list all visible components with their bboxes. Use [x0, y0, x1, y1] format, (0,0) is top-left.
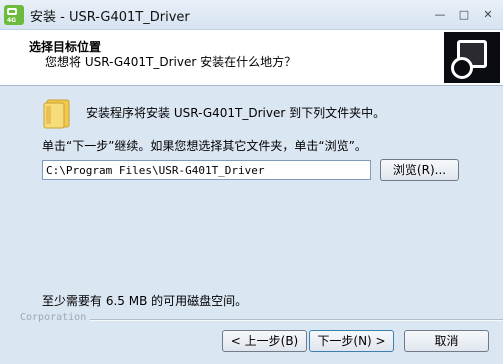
- header-subtitle: 您想将 USR-G401T_Driver 安装在什么地方？: [45, 55, 297, 69]
- window-title: 安装 - USR-G401T_Driver: [30, 10, 190, 25]
- app-icon: 4G: [4, 5, 24, 25]
- wizard-header: 选择目标位置 您想将 USR-G401T_Driver 安装在什么地方？: [0, 30, 503, 86]
- installer-box-icon: [444, 32, 500, 83]
- back-button[interactable]: < 上一步(B): [222, 330, 307, 352]
- minimize-button[interactable]: —: [432, 8, 448, 22]
- maximize-button[interactable]: □: [456, 8, 472, 22]
- browse-button[interactable]: 浏览(R)...: [380, 159, 459, 181]
- next-button[interactable]: 下一步(N) >: [309, 330, 394, 352]
- cancel-button[interactable]: 取消: [404, 330, 489, 352]
- close-button[interactable]: ✕: [480, 8, 496, 22]
- footer-divider: [90, 319, 503, 321]
- intro-text: 安装程序将安装 USR-G401T_Driver 到下列文件夹中。: [86, 106, 386, 120]
- folder-icon: [43, 99, 70, 129]
- disk-space-text: 至少需要有 6.5 MB 的可用磁盘空间。: [42, 294, 248, 308]
- instruction-text: 单击“下一步”继续。如果您想选择其它文件夹，单击“浏览”。: [42, 139, 367, 153]
- wizard-content: 安装程序将安装 USR-G401T_Driver 到下列文件夹中。 单击“下一步…: [0, 87, 503, 327]
- destination-path-input[interactable]: [42, 160, 371, 180]
- title-bar: 4G 安装 - USR-G401T_Driver — □ ✕: [0, 0, 503, 30]
- branding-text: Corporation: [20, 312, 87, 323]
